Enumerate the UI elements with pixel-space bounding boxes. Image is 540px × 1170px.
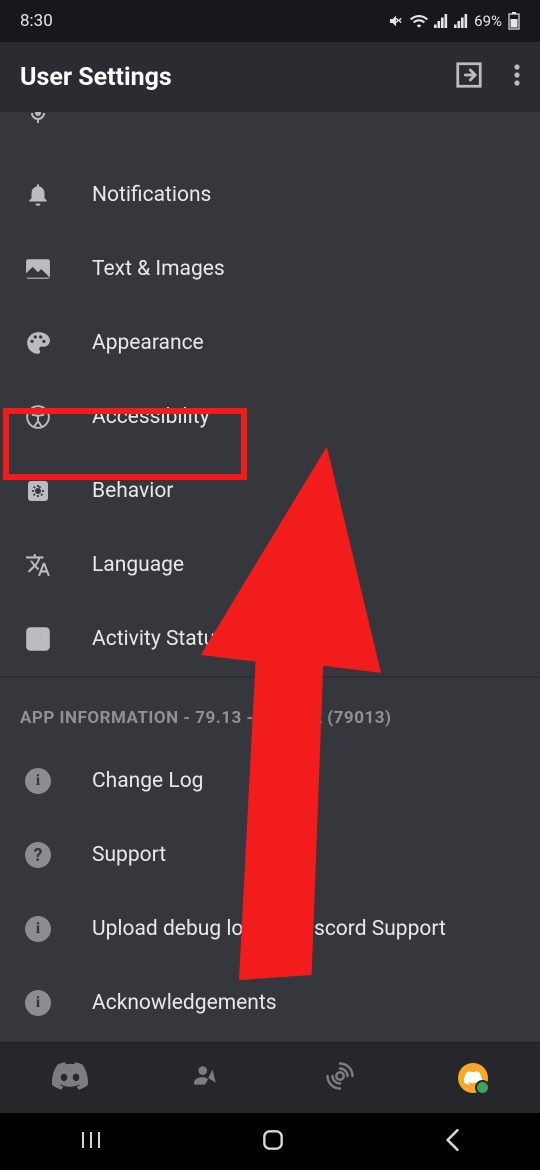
bottom-tab-bar — [0, 1042, 540, 1113]
info-item-support[interactable]: ? Support — [0, 818, 540, 892]
info-item-upload-logs[interactable]: i Upload debug logs to Discord Support — [0, 892, 540, 966]
settings-header: User Settings — [0, 42, 540, 112]
nav-recent-icon[interactable] — [79, 1130, 103, 1154]
tab-search-icon[interactable] — [325, 1061, 355, 1095]
tab-discord-icon[interactable] — [52, 1062, 88, 1094]
settings-item-label: Accessibility — [92, 405, 210, 429]
settings-item-behavior[interactable]: Behavior — [0, 454, 540, 528]
battery-icon — [508, 12, 520, 30]
settings-item-accessibility[interactable]: Accessibility — [0, 380, 540, 454]
android-nav-bar — [0, 1113, 540, 1170]
settings-item-appearance[interactable]: Appearance — [0, 306, 540, 380]
svg-text:?: ? — [33, 631, 42, 648]
settings-item-label: Notifications — [92, 183, 211, 207]
image-icon — [24, 255, 52, 283]
info-icon: i — [24, 767, 52, 795]
settings-item-label: Text & Images — [92, 257, 225, 281]
tab-profile-avatar[interactable] — [458, 1063, 488, 1093]
settings-item-label: Behavior — [92, 479, 173, 503]
nav-back-icon[interactable] — [443, 1127, 461, 1157]
info-icon: i — [24, 915, 52, 943]
settings-list: Voice & Video Notifications Text & Image… — [0, 112, 540, 1042]
status-time: 8:30 — [20, 11, 53, 31]
info-item-acknowledgements[interactable]: i Acknowledgements — [0, 966, 540, 1040]
settings-item-voice-video[interactable]: Voice & Video — [0, 112, 540, 134]
mute-icon — [388, 13, 404, 29]
info-item-label: Upload debug logs to Discord Support — [92, 917, 446, 941]
signal-icon-1 — [434, 14, 448, 28]
status-icons: 69% — [388, 12, 520, 30]
mic-icon — [24, 112, 52, 128]
more-icon[interactable] — [514, 63, 520, 91]
wifi-icon — [410, 14, 428, 28]
signal-icon-2 — [454, 14, 468, 28]
settings-item-label: Activity Status — [92, 627, 226, 651]
settings-item-language[interactable]: Language — [0, 528, 540, 602]
bell-icon — [24, 181, 52, 209]
settings-item-notifications[interactable]: Notifications — [0, 158, 540, 232]
exit-icon[interactable] — [454, 60, 484, 94]
info-item-label: Change Log — [92, 769, 203, 793]
section-app-information: APP INFORMATION - 79.13 - STABLE (79013) — [0, 676, 540, 744]
tab-friends-icon[interactable] — [191, 1063, 221, 1093]
settings-item-label: Appearance — [92, 331, 204, 355]
question-icon: ? — [24, 841, 52, 869]
info-icon: i — [24, 989, 52, 1017]
info-item-change-log[interactable]: i Change Log — [0, 744, 540, 818]
avatar-icon — [458, 1063, 488, 1093]
page-title: User Settings — [20, 63, 172, 92]
nav-home-icon[interactable] — [260, 1127, 286, 1157]
settings-item-text-images[interactable]: Text & Images — [0, 232, 540, 306]
gear-box-icon — [24, 477, 52, 505]
info-item-label: Acknowledgements — [92, 991, 277, 1015]
palette-icon — [24, 329, 52, 357]
settings-item-activity-status[interactable]: ? Activity Status — [0, 602, 540, 676]
settings-item-label: Voice & Video — [92, 112, 221, 118]
status-bar: 8:30 69% — [0, 0, 540, 42]
accessibility-icon — [24, 403, 52, 431]
translate-icon — [24, 551, 52, 579]
battery-percent: 69% — [474, 12, 502, 30]
dice-icon: ? — [24, 625, 52, 653]
info-item-label: Support — [92, 843, 166, 867]
settings-item-label: Language — [92, 553, 184, 577]
